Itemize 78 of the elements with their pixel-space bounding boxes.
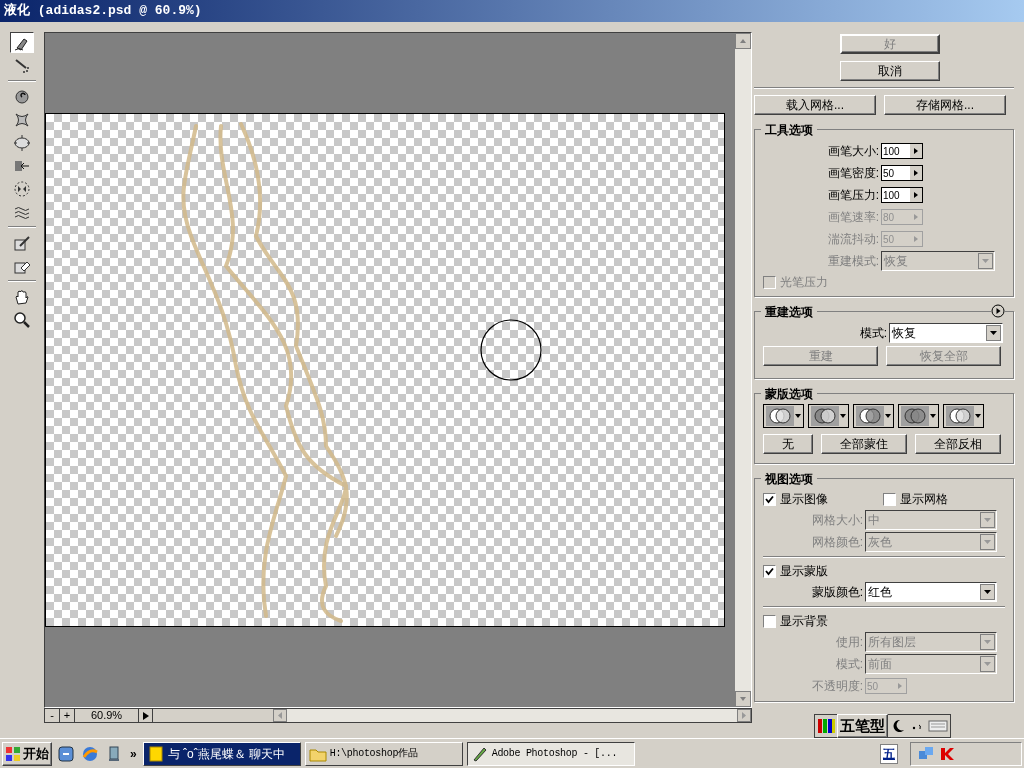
show-image-checkbox[interactable]: 显示图像 xyxy=(763,489,883,509)
field-label: 模式: xyxy=(834,656,864,673)
bloat-icon xyxy=(12,132,32,153)
ime-indicator[interactable]: 五 xyxy=(880,743,898,764)
mode-dropdown[interactable]: 恢复 xyxy=(889,323,1003,343)
caret-icon xyxy=(840,413,846,418)
mask-mode-button[interactable] xyxy=(808,403,849,428)
checkmark-icon xyxy=(765,566,774,576)
group-title: 蒙版选项 xyxy=(761,384,817,403)
number-field[interactable]: 100 xyxy=(881,187,923,203)
field-label: 使用: xyxy=(834,634,864,651)
show-mask-checkbox[interactable]: 显示蒙版 xyxy=(763,561,1005,581)
field-label: 网格颜色: xyxy=(810,534,864,551)
field-label: 模式: xyxy=(858,325,888,342)
antivirus-icon[interactable] xyxy=(939,745,955,762)
horizontal-scrollbar[interactable] xyxy=(273,709,751,722)
field-label: 重建模式: xyxy=(826,253,880,270)
windows-logo-icon[interactable] xyxy=(816,716,836,736)
taskbar-button[interactable]: Adobe Photoshop - [... xyxy=(466,741,635,766)
field-label: 蒙版颜色: xyxy=(810,584,864,601)
note-icon xyxy=(146,744,165,763)
caret-icon xyxy=(975,413,981,418)
checkbox[interactable] xyxy=(763,492,776,506)
overlapping-circles-icon xyxy=(946,405,974,426)
field-label: 画笔压力: xyxy=(826,187,880,204)
caret-icon xyxy=(930,413,936,418)
mask-mode-button[interactable] xyxy=(853,403,894,428)
show-mesh-checkbox[interactable]: 显示网格 xyxy=(883,489,948,509)
window-title: 液化 (adidas2.psd @ 60.9%) xyxy=(4,2,202,21)
field-label: 画笔大小: xyxy=(826,143,880,160)
taskbar-button[interactable]: 与 ˆoˆ燕尾蝶＆ 聊天中 xyxy=(142,741,301,766)
mask-mode-button[interactable] xyxy=(943,403,984,428)
checkbox[interactable] xyxy=(763,564,776,578)
taskbar-button[interactable]: H:\photoshop作品 xyxy=(304,741,463,766)
start-button[interactable]: 开始 xyxy=(2,741,52,766)
cancel-button[interactable]: 取消 xyxy=(840,61,940,81)
group-title: 视图选项 xyxy=(761,470,817,488)
field-label: 网格大小: xyxy=(810,512,864,529)
none-button[interactable]: 无 xyxy=(763,433,813,454)
overlapping-circles-icon xyxy=(811,405,839,426)
caret-icon xyxy=(795,413,801,418)
reflect-icon xyxy=(12,178,32,199)
zoom-icon xyxy=(12,309,32,330)
vertical-scrollbar[interactable] xyxy=(735,33,751,707)
checkbox[interactable] xyxy=(883,492,896,506)
save-mesh-button[interactable]: 存储网格... xyxy=(884,95,1006,115)
triangle-right-icon xyxy=(141,710,150,721)
number-field[interactable]: 100 xyxy=(881,143,923,159)
invert-all-button[interactable]: 全部反相 xyxy=(915,433,1001,454)
overlapping-circles-icon xyxy=(856,405,884,426)
group-title: 重建选项 xyxy=(761,303,817,321)
group-title: 工具选项 xyxy=(761,121,817,139)
caret-icon xyxy=(885,413,891,418)
load-mesh-button[interactable]: 载入网格... xyxy=(754,95,876,115)
mask-mode-button[interactable] xyxy=(763,403,804,428)
finger-brush-tool-button[interactable] xyxy=(10,32,34,53)
number-field[interactable]: 50 xyxy=(881,165,923,181)
zoom-in-button[interactable]: + xyxy=(60,709,75,722)
show-backdrop-checkbox[interactable]: 显示背景 xyxy=(763,611,1005,631)
checkmark-icon xyxy=(765,494,774,504)
more-shortcuts-chevron[interactable]: » xyxy=(128,744,139,763)
checkbox[interactable] xyxy=(763,614,776,628)
brush-cursor-icon xyxy=(479,318,543,382)
field-label: 不透明度: xyxy=(810,678,864,695)
field-label: 画笔速率: xyxy=(826,209,880,226)
mask-color-dropdown[interactable]: 红色 xyxy=(865,582,997,602)
mask-all-button[interactable]: 全部蒙住 xyxy=(821,433,907,454)
mask-mode-button[interactable] xyxy=(898,403,939,428)
overlapping-circles-icon xyxy=(901,405,929,426)
zoom-out-button[interactable]: - xyxy=(45,709,60,722)
desktop-shortcut-icon[interactable] xyxy=(56,743,76,764)
play-circle-icon[interactable] xyxy=(991,304,1005,318)
overlapping-circles-icon xyxy=(766,405,794,426)
zoom-level-text: 60.9% xyxy=(75,709,139,722)
field-label: 画笔密度: xyxy=(826,165,880,182)
field-label: 湍流抖动: xyxy=(826,231,880,248)
windows-flag-icon xyxy=(5,745,21,762)
input-method-label[interactable]: 五笔型 xyxy=(837,713,888,739)
